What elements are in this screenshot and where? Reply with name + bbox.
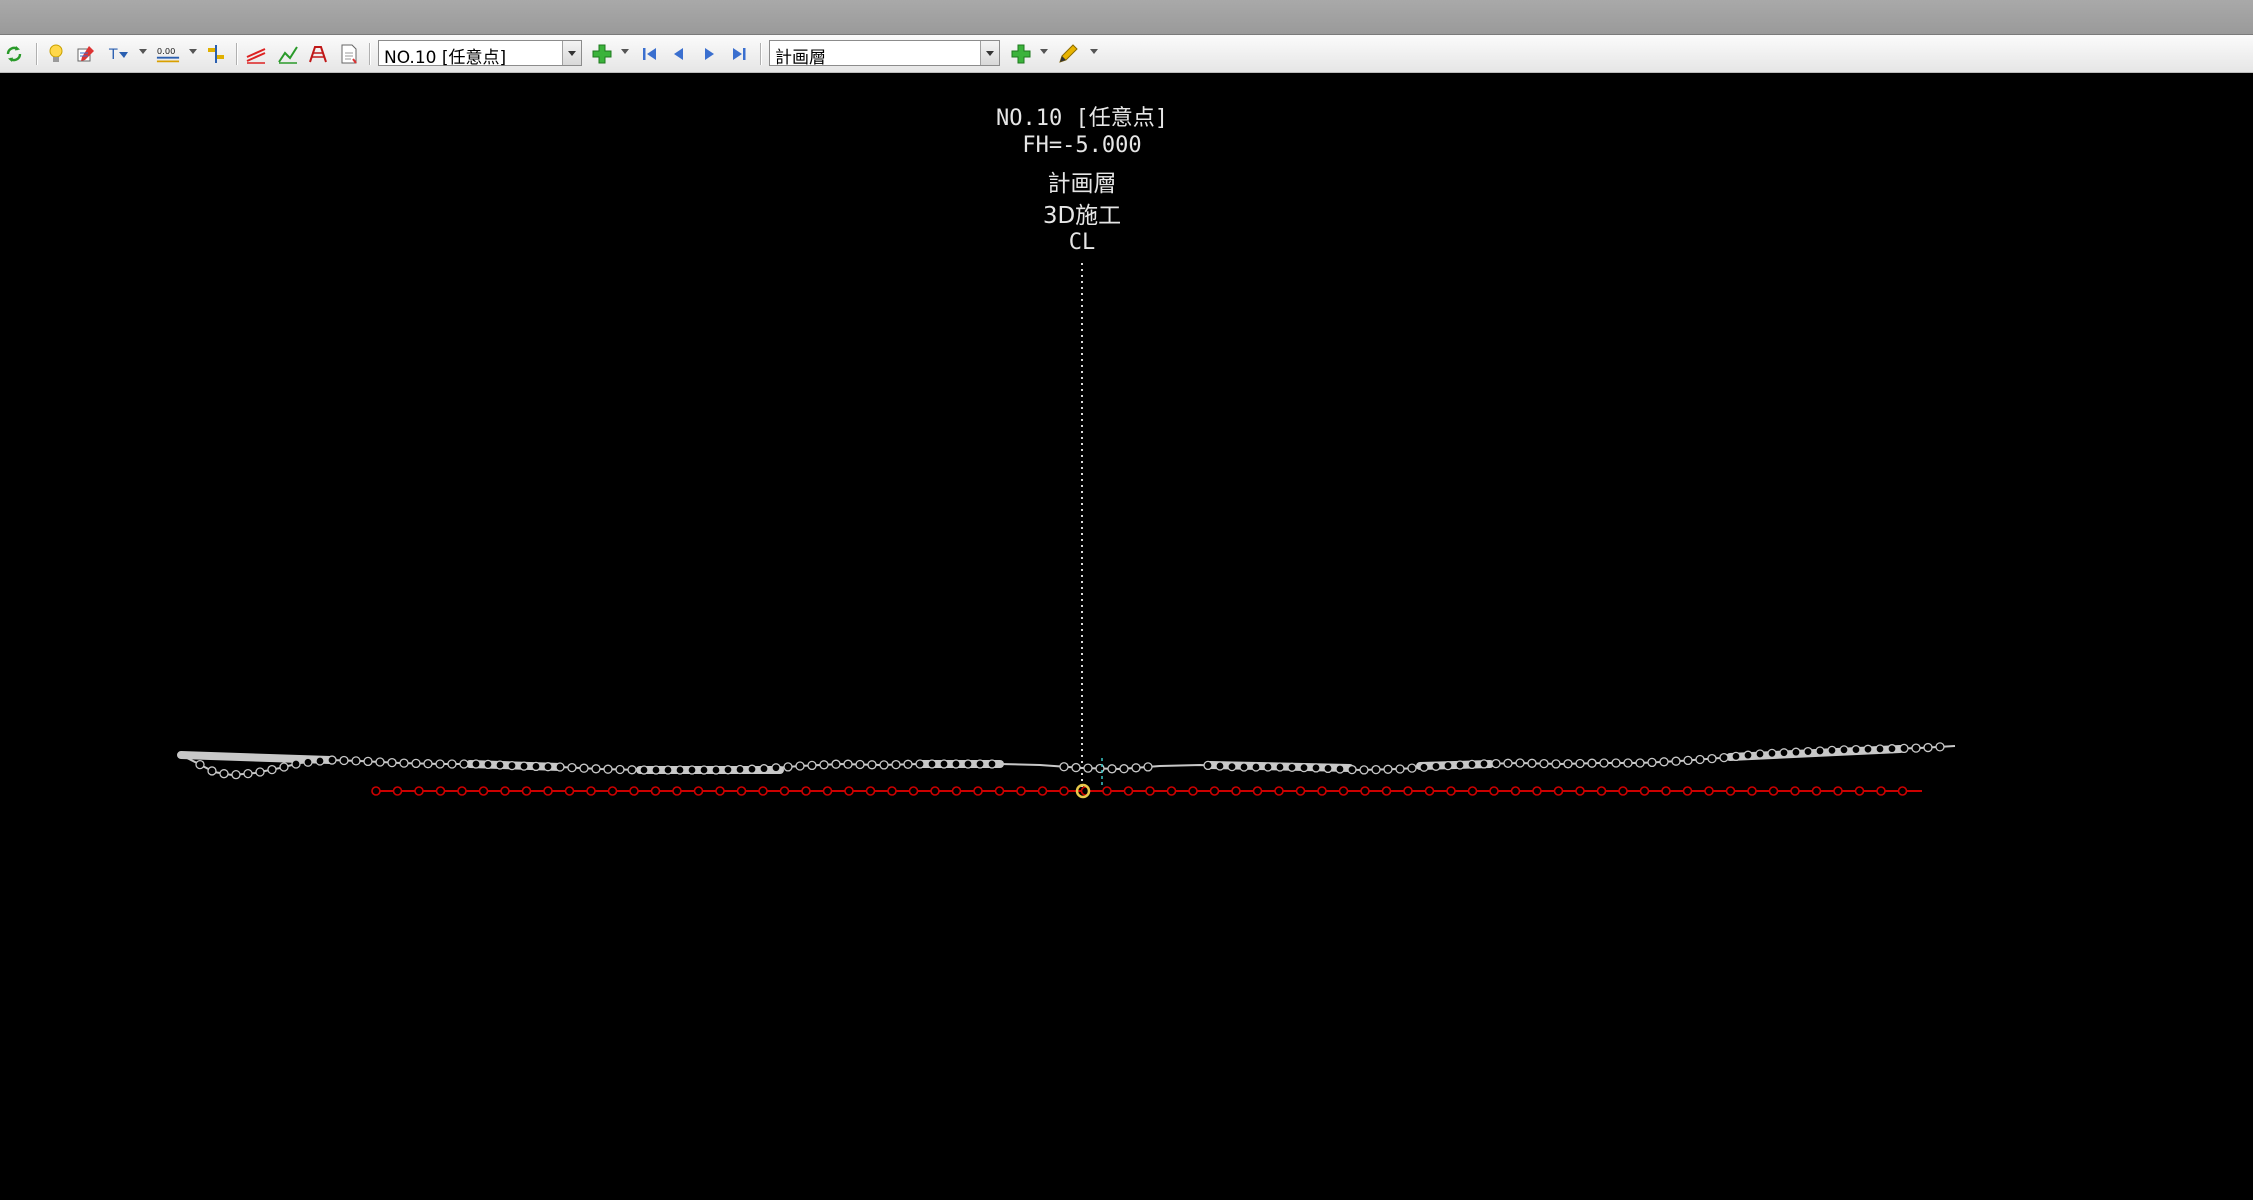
- toolbar-separator: [36, 43, 38, 65]
- chevron-down-icon[interactable]: [139, 49, 147, 54]
- slope-icon[interactable]: [276, 42, 300, 66]
- refresh-icon[interactable]: [2, 42, 26, 66]
- svg-text:T: T: [108, 47, 118, 63]
- edit-section-icon[interactable]: [74, 42, 98, 66]
- cut-fill-icon[interactable]: [244, 42, 268, 66]
- existing-ground-line: [177, 742, 1956, 780]
- text-format-icon[interactable]: T: [107, 42, 131, 66]
- pencil-icon[interactable]: [1056, 42, 1080, 66]
- next-icon[interactable]: [697, 42, 721, 66]
- layer-select-value: 計画層: [775, 48, 826, 68]
- align-icon[interactable]: [204, 42, 228, 66]
- plan-line: [371, 786, 1922, 796]
- toolbar-separator: [236, 43, 238, 65]
- document-icon[interactable]: [337, 42, 361, 66]
- window-title-bar: [0, 0, 2253, 35]
- first-icon[interactable]: [638, 42, 662, 66]
- chevron-down-icon[interactable]: [980, 41, 999, 65]
- last-icon[interactable]: [727, 42, 751, 66]
- station-select-value: NO.10 [任意点]: [384, 48, 507, 68]
- elevation-display-icon[interactable]: 0.00: [156, 42, 180, 66]
- section-drawing: [177, 263, 1956, 799]
- layer-select[interactable]: 計画層: [769, 40, 1000, 68]
- chevron-down-icon[interactable]: [189, 49, 197, 54]
- chevron-down-icon[interactable]: [621, 49, 629, 54]
- toolbar: T 0.00 NO.10 [任意点] 計画層: [0, 35, 2253, 73]
- lightbulb-icon[interactable]: [44, 42, 68, 66]
- add-layer-icon[interactable]: [1009, 42, 1033, 66]
- svg-text:0.00: 0.00: [157, 46, 175, 56]
- cross-section-canvas[interactable]: NO.10 [任意点] FH=-5.000 計画層 3D施工 CL: [0, 73, 2253, 1200]
- structure-icon[interactable]: [306, 42, 330, 66]
- previous-icon[interactable]: [667, 42, 691, 66]
- chevron-down-icon[interactable]: [562, 41, 581, 65]
- chevron-down-icon[interactable]: [1090, 49, 1098, 54]
- station-select[interactable]: NO.10 [任意点]: [378, 40, 582, 68]
- add-icon[interactable]: [590, 42, 614, 66]
- toolbar-separator: [369, 43, 371, 65]
- toolbar-separator: [760, 43, 762, 65]
- chevron-down-icon[interactable]: [1040, 49, 1048, 54]
